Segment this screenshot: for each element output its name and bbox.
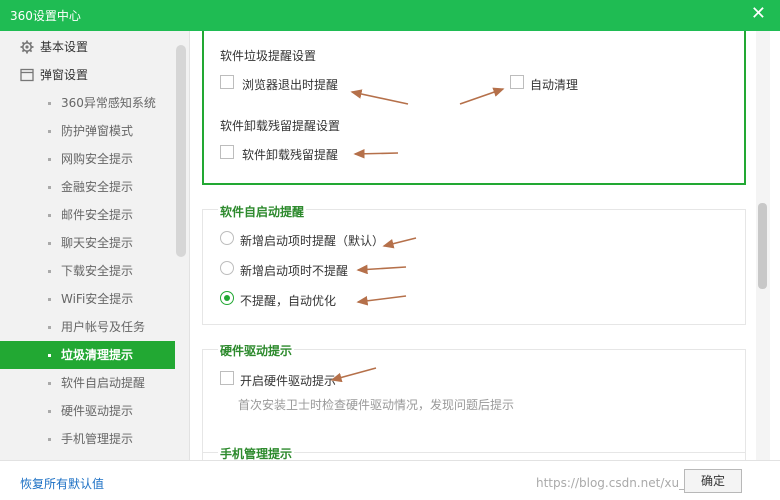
autostart-radio-auto-optimize[interactable]: [220, 291, 234, 305]
uninstall-reminder-heading: 软件卸载残留提醒设置: [220, 119, 341, 133]
autostart-option-label[interactable]: 新增启动项时不提醒: [240, 262, 348, 279]
sidebar-item-label: 360异常感知系统: [61, 96, 156, 110]
sidebar-item-mail[interactable]: 邮件安全提示: [0, 201, 175, 229]
sidebar-item-phone[interactable]: 手机管理提示: [0, 425, 175, 453]
sidebar-item-hardware[interactable]: 硬件驱动提示: [0, 397, 175, 425]
sidebar-item-label: 防护弹窗模式: [61, 124, 134, 138]
main-content: 软件垃圾提醒设置 浏览器退出时提醒 自动清理 软件卸载残留提醒设置 软件卸载残留…: [190, 31, 780, 460]
sidebar: 基本设置 弹窗设置 360异常感知系统 防护弹窗模式 网购安全提示 金融安全提示…: [0, 31, 190, 460]
sidebar-item-label: 手机管理提示: [61, 432, 134, 446]
sidebar-item-download[interactable]: 下载安全提示: [0, 257, 175, 285]
bullet: [48, 410, 51, 413]
sidebar-item-label: WiFi安全提示: [61, 292, 134, 306]
ok-button[interactable]: 确定: [684, 469, 742, 493]
bullet: [48, 438, 51, 441]
autostart-radio-notify[interactable]: [220, 231, 234, 245]
hardware-driver-checkbox[interactable]: [220, 371, 234, 385]
phone-heading: 手机管理提示: [218, 445, 295, 460]
junk-reminder-heading: 软件垃圾提醒设置: [220, 49, 317, 63]
sidebar-category-label: 弹窗设置: [40, 68, 89, 82]
bullet: [48, 382, 51, 385]
bullet: [48, 102, 51, 105]
uninstall-residue-label[interactable]: 软件卸载残留提醒: [242, 146, 338, 163]
sidebar-item-label: 软件自启动提醒: [61, 376, 146, 390]
bullet: [48, 298, 51, 301]
autostart-option-label[interactable]: 新增启动项时提醒（默认）: [240, 232, 384, 249]
sidebar-item-autostart[interactable]: 软件自启动提醒: [0, 369, 175, 397]
sidebar-item-label: 聊天安全提示: [61, 236, 134, 250]
sidebar-item-label: 金融安全提示: [61, 180, 134, 194]
sidebar-item-label: 垃圾清理提示: [61, 348, 134, 362]
auto-clean-checkbox[interactable]: [510, 75, 524, 89]
sidebar-item-popup-mode[interactable]: 防护弹窗模式: [0, 117, 175, 145]
sidebar-item-label: 用户帐号及任务: [61, 320, 146, 334]
auto-clean-label[interactable]: 自动清理: [530, 76, 578, 93]
bullet: [48, 186, 51, 189]
bullet: [48, 242, 51, 245]
title-bar: 360设置中心 ✕: [0, 0, 780, 31]
bullet: [48, 214, 51, 217]
bullet: [48, 158, 51, 161]
junk-cleanup-section: 软件垃圾提醒设置 浏览器退出时提醒 自动清理 软件卸载残留提醒设置 软件卸载残留…: [202, 31, 746, 185]
sidebar-item-wifi[interactable]: WiFi安全提示: [0, 285, 175, 313]
sidebar-item-anomaly[interactable]: 360异常感知系统: [0, 89, 175, 117]
browser-exit-label[interactable]: 浏览器退出时提醒: [242, 76, 338, 93]
sidebar-item-junk-cleanup[interactable]: 垃圾清理提示: [0, 341, 175, 369]
sidebar-item-label: 硬件驱动提示: [61, 404, 134, 418]
sidebar-item-label: 网购安全提示: [61, 152, 134, 166]
window-icon: [20, 68, 34, 82]
autostart-option-label[interactable]: 不提醒，自动优化: [240, 292, 336, 309]
main-scrollbar-thumb[interactable]: [758, 203, 767, 289]
autostart-heading: 软件自启动提醒: [218, 203, 307, 220]
window-title: 360设置中心: [10, 9, 81, 23]
sidebar-item-label: 邮件安全提示: [61, 208, 134, 222]
close-icon[interactable]: ✕: [751, 3, 766, 25]
sidebar-category-label: 基本设置: [40, 40, 89, 54]
autostart-radio-no-notify[interactable]: [220, 261, 234, 275]
footer: 恢复所有默认值 https://blog.csdn.net/xu__hanmin…: [0, 460, 780, 500]
bullet: [48, 130, 51, 133]
restore-defaults-link[interactable]: 恢复所有默认值: [20, 475, 104, 492]
sidebar-category-basic[interactable]: 基本设置: [0, 33, 175, 61]
bullet: [48, 354, 51, 357]
sidebar-item-label: 下载安全提示: [61, 264, 134, 278]
hardware-heading: 硬件驱动提示: [218, 342, 295, 359]
sidebar-item-shopping[interactable]: 网购安全提示: [0, 145, 175, 173]
sidebar-item-finance[interactable]: 金融安全提示: [0, 173, 175, 201]
hardware-driver-label[interactable]: 开启硬件驱动提示: [240, 372, 336, 389]
sidebar-category-popup[interactable]: 弹窗设置: [0, 61, 175, 89]
sidebar-item-account[interactable]: 用户帐号及任务: [0, 313, 175, 341]
browser-exit-checkbox[interactable]: [220, 75, 234, 89]
sidebar-scrollbar[interactable]: [176, 45, 186, 257]
gear-icon: [20, 40, 34, 54]
hardware-description: 首次安装卫士时检查硬件驱动情况，发现问题后提示: [238, 398, 515, 412]
bullet: [48, 270, 51, 273]
bullet: [48, 326, 51, 329]
uninstall-residue-checkbox[interactable]: [220, 145, 234, 159]
sidebar-item-chat[interactable]: 聊天安全提示: [0, 229, 175, 257]
